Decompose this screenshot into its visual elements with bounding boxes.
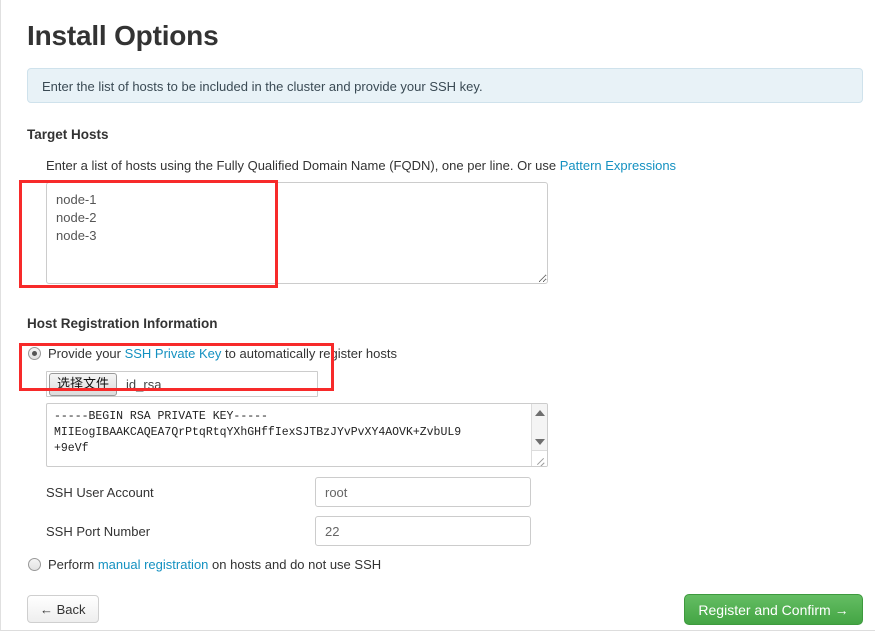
ssh-option-prefix: Provide your bbox=[48, 346, 125, 361]
manual-registration-radio-label[interactable]: Perform manual registration on hosts and… bbox=[48, 557, 381, 572]
manual-option-prefix: Perform bbox=[48, 557, 98, 572]
back-button[interactable]: ← Back bbox=[27, 595, 99, 623]
scroll-down-arrow-icon[interactable] bbox=[532, 433, 547, 450]
manual-registration-radio[interactable] bbox=[28, 558, 41, 571]
ssh-private-key-link[interactable]: SSH Private Key bbox=[125, 346, 222, 361]
resize-handle-icon[interactable] bbox=[531, 450, 547, 466]
page-title: Install Options bbox=[27, 20, 219, 51]
help-text-prefix: Enter a list of hosts using the Fully Qu… bbox=[46, 158, 560, 173]
info-alert: Enter the list of hosts to be included i… bbox=[27, 68, 863, 103]
ssh-key-radio-label[interactable]: Provide your SSH Private Key to automati… bbox=[48, 346, 397, 361]
host-registration-heading: Host Registration Information bbox=[27, 316, 218, 331]
pattern-expressions-link[interactable]: Pattern Expressions bbox=[560, 158, 676, 173]
target-hosts-heading: Target Hosts bbox=[27, 127, 109, 142]
choose-file-button[interactable]: 选择文件 bbox=[49, 372, 118, 396]
ssh-user-account-input[interactable] bbox=[315, 477, 531, 507]
ssh-private-key-text[interactable]: -----BEGIN RSA PRIVATE KEY----- MIIEogIB… bbox=[47, 404, 528, 466]
scroll-up-arrow-icon[interactable] bbox=[532, 404, 547, 421]
ssh-port-number-label: SSH Port Number bbox=[46, 524, 151, 539]
ssh-key-radio-row[interactable]: Provide your SSH Private Key to automati… bbox=[28, 346, 397, 361]
ssh-key-file-field[interactable]: 选择文件 id_rsa bbox=[46, 371, 318, 397]
manual-registration-radio-row[interactable]: Perform manual registration on hosts and… bbox=[28, 557, 381, 572]
scrollbar-track[interactable] bbox=[532, 421, 547, 433]
install-options-page: Install Options Enter the list of hosts … bbox=[0, 0, 875, 631]
target-hosts-textarea[interactable]: node-1 node-2 node-3 bbox=[46, 182, 548, 284]
register-and-confirm-button[interactable]: Register and Confirm → bbox=[684, 594, 863, 625]
manual-option-suffix: on hosts and do not use SSH bbox=[208, 557, 382, 572]
ssh-port-number-input[interactable] bbox=[315, 516, 531, 546]
ssh-key-radio[interactable] bbox=[28, 347, 41, 360]
ssh-private-key-textarea[interactable]: -----BEGIN RSA PRIVATE KEY----- MIIEogIB… bbox=[46, 403, 548, 467]
selected-file-name: id_rsa bbox=[126, 376, 162, 392]
ssh-user-account-label: SSH User Account bbox=[46, 485, 154, 500]
ssh-option-suffix: to automatically register hosts bbox=[221, 346, 397, 361]
target-hosts-help-text: Enter a list of hosts using the Fully Qu… bbox=[46, 158, 676, 174]
manual-registration-link[interactable]: manual registration bbox=[98, 557, 209, 572]
